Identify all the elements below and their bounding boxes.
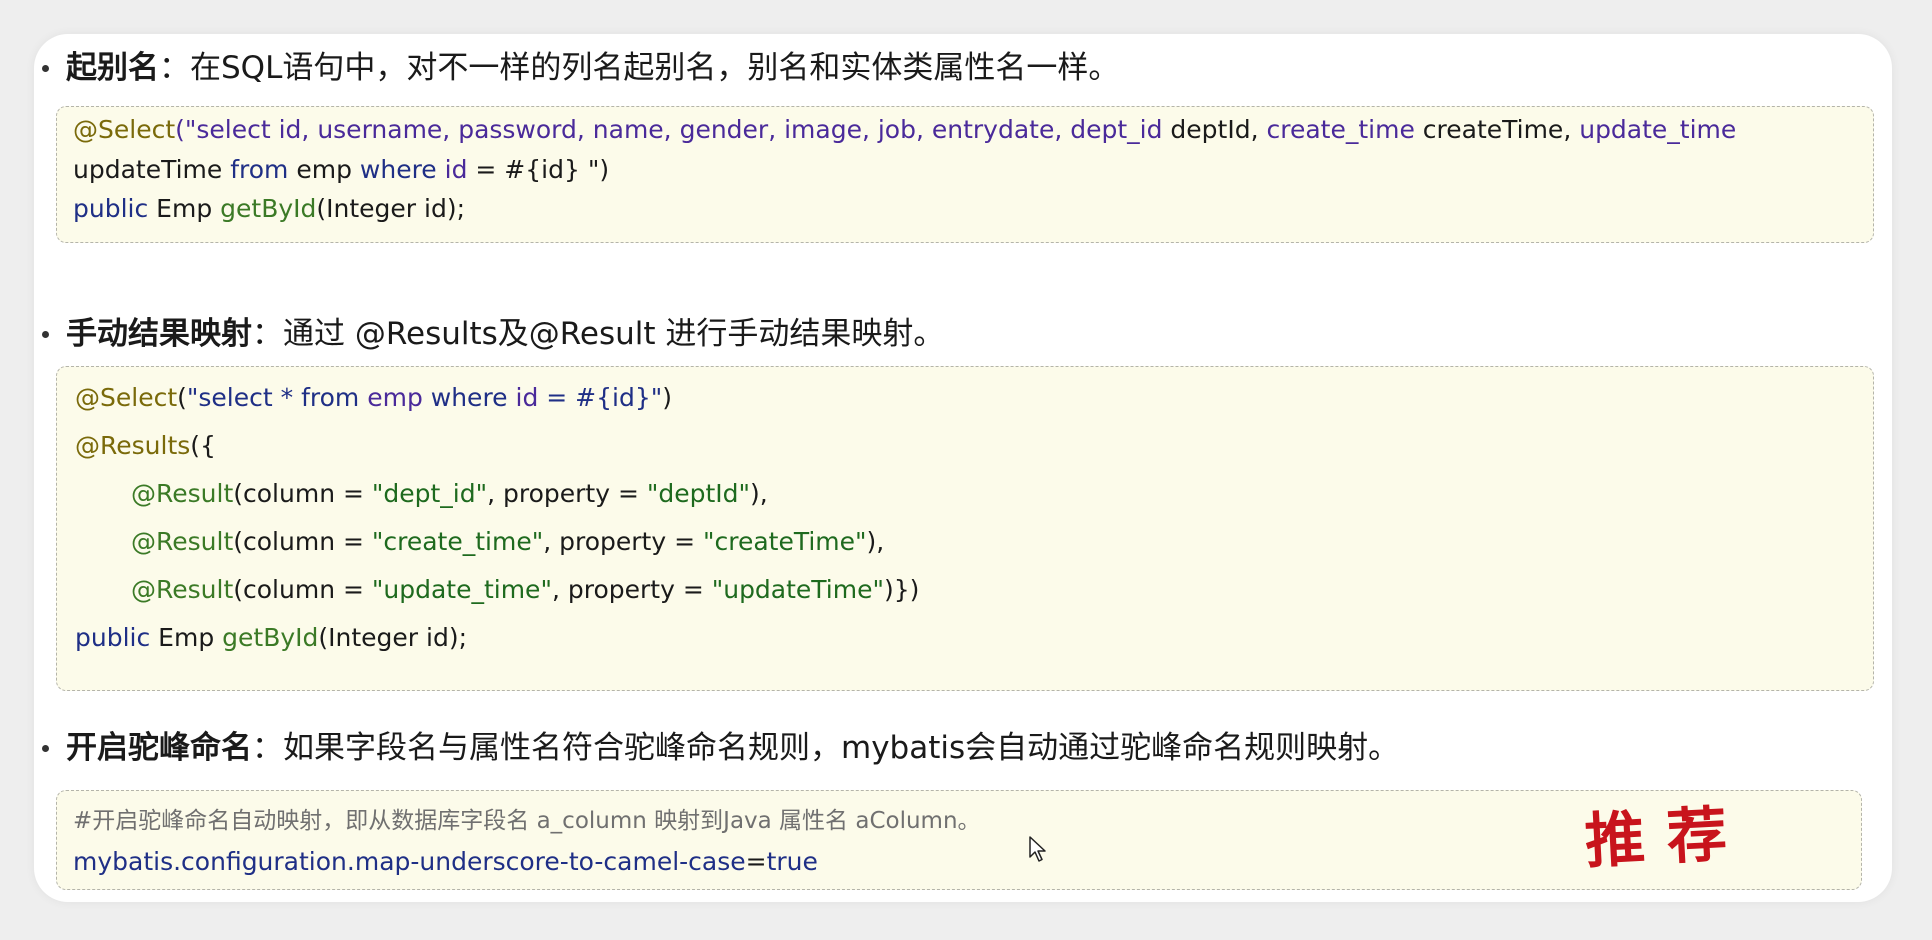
mouse-cursor-icon bbox=[1029, 836, 1046, 862]
section-heading-camel-case: 开启驼峰命名：如果字段名与属性名符合驼峰命名规则，mybatis会自动通过驼峰命… bbox=[41, 728, 1400, 768]
config-line: mybatis.configuration.map-underscore-to-… bbox=[73, 847, 818, 876]
section-description: ：通过 @Results及@Result 进行手动结果映射。 bbox=[252, 316, 945, 352]
code-line: @Result(column = "dept_id", property = "… bbox=[131, 479, 768, 508]
code-line: updateTime from emp where id = #{id} ") bbox=[73, 155, 610, 184]
code-line: @Select("select * from emp where id = #{… bbox=[75, 383, 673, 412]
section-heading-result-mapping: 手动结果映射：通过 @Results及@Result 进行手动结果映射。 bbox=[41, 314, 945, 354]
code-block-alias: @Select("select id, username, password, … bbox=[56, 106, 1874, 243]
code-block-result-mapping: @Select("select * from emp where id = #{… bbox=[56, 366, 1874, 691]
code-line: public Emp getById(Integer id); bbox=[75, 623, 468, 652]
code-line: @Result(column = "create_time", property… bbox=[131, 527, 885, 556]
code-line: @Select("select id, username, password, … bbox=[73, 115, 1737, 144]
section-title: 起别名 bbox=[66, 50, 159, 86]
code-block-camel-case: #开启驼峰命名自动映射，即从数据库字段名 a_column 映射到Java 属性… bbox=[56, 790, 1862, 890]
section-title: 开启驼峰命名 bbox=[66, 730, 252, 766]
config-comment: #开启驼峰命名自动映射，即从数据库字段名 a_column 映射到Java 属性… bbox=[73, 808, 981, 834]
recommend-stamp: 推荐 bbox=[1583, 798, 1751, 878]
section-description: ：在SQL语句中，对不一样的列名起别名，别名和实体类属性名一样。 bbox=[159, 50, 1120, 86]
code-line: public Emp getById(Integer id); bbox=[73, 194, 466, 223]
code-line: @Result(column = "update_time", property… bbox=[131, 575, 920, 604]
code-line: @Results({ bbox=[75, 431, 216, 460]
section-title: 手动结果映射 bbox=[66, 316, 252, 352]
section-description: ：如果字段名与属性名符合驼峰命名规则，mybatis会自动通过驼峰命名规则映射。 bbox=[252, 730, 1400, 766]
section-heading-alias: 起别名：在SQL语句中，对不一样的列名起别名，别名和实体类属性名一样。 bbox=[41, 48, 1120, 88]
content-card: 起别名：在SQL语句中，对不一样的列名起别名，别名和实体类属性名一样。 @Sel… bbox=[34, 34, 1892, 902]
